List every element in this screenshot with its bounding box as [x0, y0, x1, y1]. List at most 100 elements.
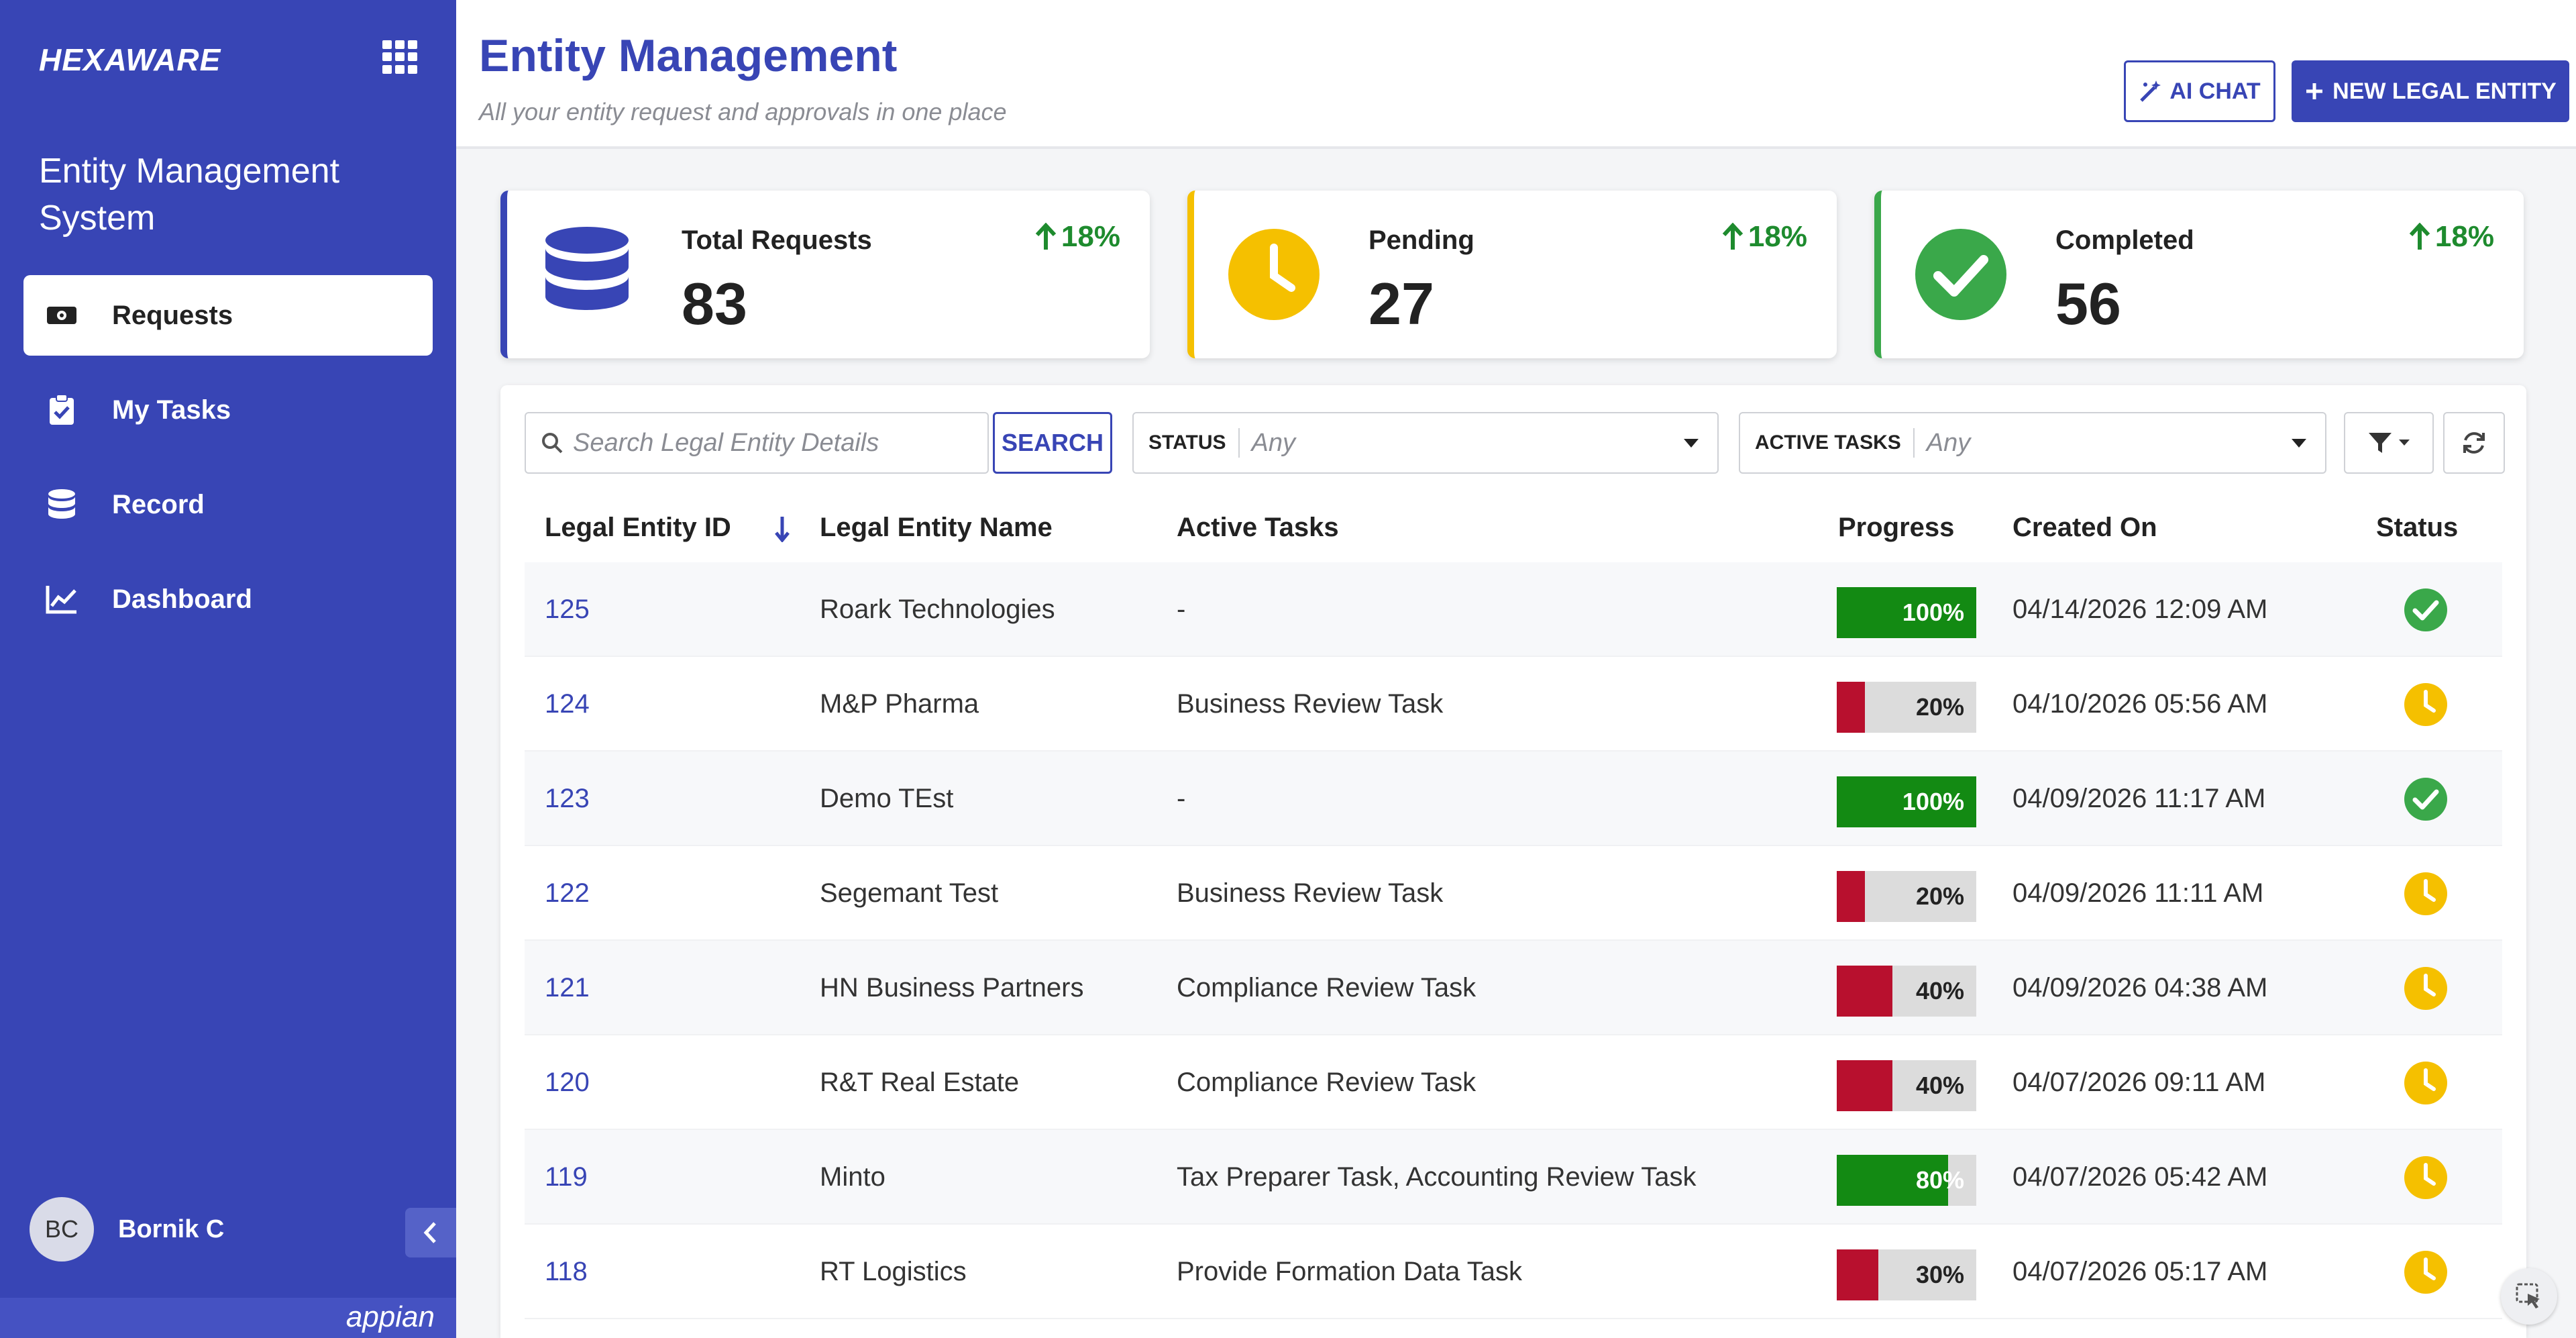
sidebar-item-requests[interactable]: Requests [23, 275, 433, 356]
entity-name: RT Logistics [820, 1257, 967, 1286]
search-input[interactable] [573, 428, 975, 458]
status-filter-label: STATUS [1148, 428, 1240, 458]
created-on: 04/07/2026 05:17 AM [2012, 1257, 2268, 1286]
table-row[interactable]: 125 Roark Technologies - 100% 04/14/2026… [525, 562, 2502, 657]
table-row[interactable]: 121 HN Business Partners Compliance Revi… [525, 941, 2502, 1035]
table-row[interactable]: 118 RT Logistics Provide Formation Data … [525, 1225, 2502, 1319]
kpi-completed: Completed 56 18% [1874, 191, 2524, 358]
sidebar-item-label: Requests [112, 300, 233, 330]
progress-bar: 80% [1837, 1155, 1976, 1206]
status-filter[interactable]: STATUS Any [1132, 412, 1719, 474]
sort-arrow-down-icon[interactable] [774, 515, 790, 542]
kpi-change: 18% [1721, 220, 1807, 254]
clock-icon [2404, 1250, 2448, 1294]
progress-bar: 100% [1837, 587, 1976, 638]
page-header: Entity Management All your entity reques… [456, 0, 2576, 149]
page-title: Entity Management [479, 30, 898, 81]
table-row[interactable]: 123 Demo TEst - 100% 04/09/2026 11:17 AM [525, 752, 2502, 846]
created-on: 04/07/2026 09:11 AM [2012, 1068, 2266, 1097]
progress-bar: 30% [1837, 1249, 1976, 1300]
arrow-up-icon [1722, 223, 1743, 250]
filter-menu-button[interactable] [2344, 412, 2434, 474]
refresh-button[interactable] [2443, 412, 2505, 474]
created-on: 04/09/2026 11:17 AM [2012, 784, 2266, 813]
table-row[interactable]: 119 Minto Tax Preparer Task, Accounting … [525, 1130, 2502, 1225]
system-title: Entity Management System [39, 152, 340, 238]
check-circle-icon [2404, 588, 2448, 632]
progress-label: 100% [1902, 599, 1964, 626]
new-legal-entity-label: NEW LEGAL ENTITY [2332, 78, 2557, 104]
requests-icon [45, 299, 78, 332]
kpi-label: Completed [2055, 225, 2194, 255]
caret-down-icon [2399, 440, 2410, 446]
progress-label: 40% [1915, 1072, 1964, 1099]
progress-fill [1837, 1060, 1893, 1111]
col-header-id[interactable]: Legal Entity ID [545, 493, 731, 562]
active-tasks: Compliance Review Task [1177, 973, 1477, 1002]
sidebar-item-my-tasks[interactable]: My Tasks [23, 370, 433, 450]
entity-id-link[interactable]: 119 [545, 1130, 588, 1225]
entity-id-link[interactable]: 122 [545, 846, 590, 941]
kpi-total-requests: Total Requests 83 18% [500, 191, 1150, 358]
created-on: 04/10/2026 05:56 AM [2012, 689, 2268, 719]
ai-chat-button[interactable]: AI CHAT [2124, 60, 2275, 122]
entity-name: Roark Technologies [820, 595, 1055, 624]
table-row[interactable]: 124 M&P Pharma Business Review Task 20% … [525, 657, 2502, 752]
page-subtitle: All your entity request and approvals in… [479, 98, 1007, 125]
entity-id-link[interactable]: 118 [545, 1225, 588, 1319]
check-circle-icon [1911, 224, 2011, 325]
entity-id-link[interactable]: 125 [545, 562, 590, 657]
collapse-sidebar-button[interactable] [405, 1208, 456, 1257]
entity-id-link[interactable]: 120 [545, 1035, 590, 1130]
sidebar-item-dashboard[interactable]: Dashboard [23, 559, 433, 639]
entity-id-link[interactable]: 121 [545, 941, 590, 1035]
entity-name: Segemant Test [820, 878, 999, 908]
progress-bar: 20% [1837, 871, 1976, 922]
appian-logo: appian [345, 1300, 435, 1333]
user-profile[interactable]: BC Bornik C [30, 1197, 224, 1262]
search-icon [542, 433, 563, 454]
col-header-created-on[interactable]: Created On [2012, 493, 2157, 562]
caret-down-icon [1684, 438, 1699, 448]
progress-bar: 100% [1837, 776, 1976, 827]
table-row[interactable]: 122 Segemant Test Business Review Task 2… [525, 846, 2502, 941]
app-grid-icon[interactable] [382, 40, 423, 74]
entity-name: R&T Real Estate [820, 1068, 1020, 1097]
kpi-label: Pending [1368, 225, 1474, 255]
search-button[interactable]: SEARCH [993, 412, 1112, 474]
progress-bar: 40% [1837, 966, 1976, 1017]
entity-id-link[interactable]: 124 [545, 657, 590, 752]
col-header-progress[interactable]: Progress [1838, 493, 1954, 562]
sidebar-item-record[interactable]: Record [23, 464, 433, 545]
col-header-active-tasks[interactable]: Active Tasks [1177, 493, 1339, 562]
created-on: 04/09/2026 11:11 AM [2012, 878, 2264, 908]
entity-name: M&P Pharma [820, 689, 979, 719]
arrow-up-icon [1035, 223, 1057, 250]
col-header-name[interactable]: Legal Entity Name [820, 493, 1053, 562]
active-tasks-filter[interactable]: ACTIVE TASKS Any [1739, 412, 2326, 474]
active-tasks: Business Review Task [1177, 878, 1444, 908]
magic-wand-icon [2140, 81, 2161, 102]
screen-select-button[interactable] [2501, 1268, 2557, 1325]
entity-id-link[interactable]: 123 [545, 752, 590, 846]
sidebar-nav: Requests My Tasks Record Dashboard [23, 275, 433, 654]
clock-icon [2404, 1155, 2448, 1200]
progress-bar: 40% [1837, 1060, 1976, 1111]
new-legal-entity-button[interactable]: NEW LEGAL ENTITY [2292, 60, 2569, 122]
brand-logo: HEXAWARE [39, 42, 221, 77]
search-box[interactable] [525, 412, 989, 474]
progress-bar: 20% [1837, 682, 1976, 733]
progress-fill [1837, 1249, 1879, 1300]
ai-chat-label: AI CHAT [2169, 78, 2261, 104]
arrow-up-icon [2409, 223, 2430, 250]
chevron-left-icon [423, 1222, 436, 1243]
sidebar-item-label: My Tasks [112, 395, 231, 425]
progress-label: 20% [1915, 882, 1964, 910]
col-header-status[interactable]: Status [2376, 493, 2458, 562]
check-circle-icon [2404, 777, 2448, 821]
avatar: BC [30, 1197, 94, 1262]
kpi-value: 56 [2055, 270, 2121, 337]
table-row[interactable]: 120 R&T Real Estate Compliance Review Ta… [525, 1035, 2502, 1130]
kpi-value: 83 [682, 270, 747, 337]
kpi-value: 27 [1368, 270, 1434, 337]
